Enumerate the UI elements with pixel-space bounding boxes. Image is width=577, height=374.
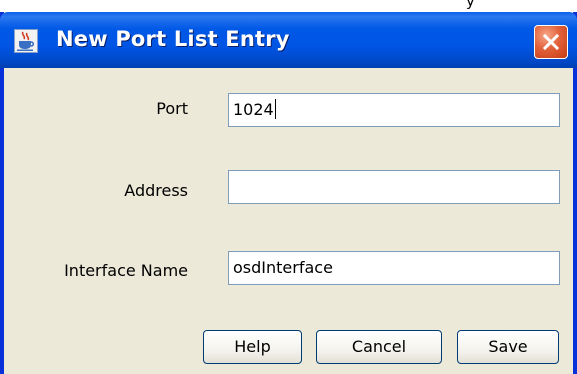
interface-name-field[interactable]: osdInterface [228, 251, 560, 285]
help-button[interactable]: Help [203, 330, 302, 364]
text-caret [274, 99, 276, 119]
interface-name-label: Interface Name [64, 261, 188, 280]
java-cup-icon [14, 29, 38, 53]
window-title: New Port List Entry [56, 27, 290, 51]
port-value: 1024 [233, 100, 274, 119]
port-label: Port [156, 99, 188, 118]
address-label: Address [124, 181, 188, 200]
desktop-partial-text: y [466, 0, 475, 10]
close-button[interactable] [534, 25, 568, 59]
address-field[interactable] [228, 170, 560, 204]
port-field[interactable]: 1024 [228, 93, 560, 127]
save-button[interactable]: Save [457, 330, 559, 364]
interface-name-value: osdInterface [233, 258, 333, 277]
cancel-button[interactable]: Cancel [316, 330, 442, 364]
desktop-background: y New Port List Entry Port 1024 Address … [0, 0, 577, 374]
dialog-window: New Port List Entry Port 1024 Address In… [0, 12, 577, 374]
title-bar[interactable]: New Port List Entry [0, 12, 577, 68]
